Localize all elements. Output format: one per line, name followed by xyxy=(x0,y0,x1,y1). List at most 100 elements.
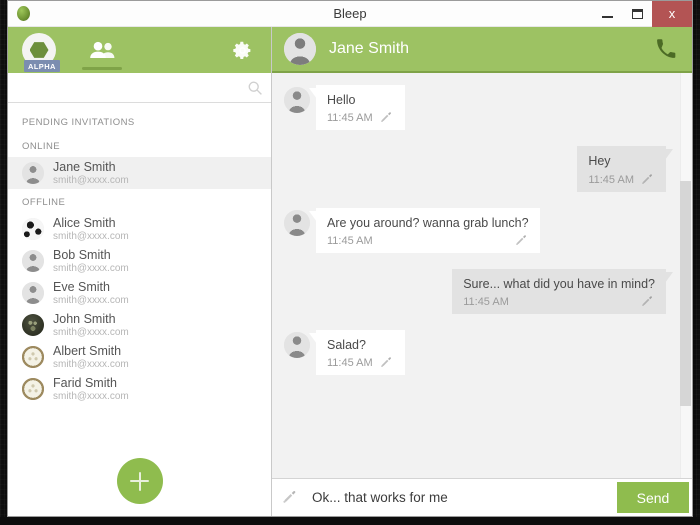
contact-section-label: PENDING INVITATIONS xyxy=(8,109,271,133)
contact-row[interactable]: Bob Smithsmith@xxxx.com xyxy=(8,245,271,277)
message-avatar xyxy=(284,87,310,113)
pencil-icon[interactable] xyxy=(380,112,394,124)
contact-avatar xyxy=(22,218,44,240)
sidebar: ALPHA xyxy=(8,27,272,516)
tab-contacts[interactable] xyxy=(78,27,126,73)
settings-button[interactable] xyxy=(231,39,253,61)
message-row: Hello 11:45 AM xyxy=(284,85,666,130)
message-text: Are you around? wanna grab lunch? xyxy=(327,215,529,231)
minimize-icon xyxy=(602,16,613,18)
message-meta: 11:45 AM xyxy=(588,174,655,186)
contact-list[interactable]: PENDING INVITATIONSONLINEJane Smithsmith… xyxy=(8,103,271,516)
message-avatar xyxy=(284,332,310,358)
window-controls: x xyxy=(592,1,692,27)
message-timestamp: 11:45 AM xyxy=(588,174,634,186)
pencil-icon[interactable] xyxy=(282,491,299,505)
message-timestamp: 11:45 AM xyxy=(463,296,509,308)
contact-row[interactable]: Farid Smithsmith@xxxx.com xyxy=(8,373,271,405)
message-list[interactable]: Hello11:45 AMHey11:45 AMAre you around? … xyxy=(272,73,692,478)
chat-scrollbar-thumb[interactable] xyxy=(680,181,691,406)
message-bubble[interactable]: Salad?11:45 AM xyxy=(316,330,405,375)
contact-email: smith@xxxx.com xyxy=(53,327,129,339)
contact-name: Albert Smith xyxy=(53,344,129,358)
window-title: Bleep xyxy=(8,1,692,27)
message-bubble[interactable]: Are you around? wanna grab lunch? 11:45 A… xyxy=(316,208,540,253)
contact-row[interactable]: Albert Smithsmith@xxxx.com xyxy=(8,341,271,373)
contact-row[interactable]: Alice Smithsmith@xxxx.com xyxy=(8,213,271,245)
message-bubble[interactable]: Sure... what did you have in mind? 11:45 … xyxy=(452,269,666,314)
maximize-icon xyxy=(632,9,643,19)
search-input[interactable] xyxy=(18,81,247,95)
app-logo-icon xyxy=(17,6,30,21)
message-meta: 11:45 AM xyxy=(327,235,529,247)
people-icon xyxy=(89,41,115,59)
contact-email: smith@xxxx.com xyxy=(53,263,129,275)
message-input[interactable] xyxy=(312,479,617,516)
contact-row[interactable]: Eve Smithsmith@xxxx.com xyxy=(8,277,271,309)
search-bar[interactable] xyxy=(8,73,271,103)
chat-contact-name: Jane Smith xyxy=(329,40,409,58)
minimize-button[interactable] xyxy=(592,1,622,27)
pencil-icon[interactable] xyxy=(515,235,529,247)
contact-text: Farid Smithsmith@xxxx.com xyxy=(53,376,129,403)
message-text: Hello xyxy=(327,92,394,108)
send-button[interactable]: Send xyxy=(617,482,689,513)
contact-avatar xyxy=(22,346,44,368)
contact-avatar xyxy=(22,282,44,304)
chat-contact-avatar xyxy=(284,33,316,65)
message-composer: Send xyxy=(272,478,692,516)
contact-name: Farid Smith xyxy=(53,376,129,390)
contact-text: Jane Smithsmith@xxxx.com xyxy=(53,160,129,187)
contact-section-label: ONLINE xyxy=(8,133,271,157)
message-meta: 11:45 AM xyxy=(327,357,394,369)
gear-icon xyxy=(232,40,253,61)
message-bubble[interactable]: Hello 11:45 AM xyxy=(316,85,405,130)
contact-name: Jane Smith xyxy=(53,160,129,174)
contact-email: smith@xxxx.com xyxy=(53,359,129,371)
maximize-button[interactable] xyxy=(622,1,652,27)
contact-row[interactable]: Jane Smithsmith@xxxx.com xyxy=(8,157,271,189)
message-bubble[interactable]: Hey 11:45 AM xyxy=(577,146,666,191)
chat-pane: Jane Smith Hello11:45 AMHey11:45 AMAre y… xyxy=(272,27,692,516)
messages-container: Hello11:45 AMHey11:45 AMAre you around? … xyxy=(284,85,666,375)
sidebar-header: ALPHA xyxy=(8,27,271,73)
identity-avatar[interactable]: ALPHA xyxy=(22,33,56,67)
pencil-icon[interactable] xyxy=(641,174,655,186)
message-text: Sure... what did you have in mind? xyxy=(463,276,655,292)
phone-icon xyxy=(656,39,676,59)
contact-name: John Smith xyxy=(53,312,129,326)
contact-text: Eve Smithsmith@xxxx.com xyxy=(53,280,129,307)
close-button[interactable]: x xyxy=(652,1,692,27)
message-timestamp: 11:45 AM xyxy=(327,357,373,369)
window-body: ALPHA xyxy=(8,27,692,516)
add-contact-button[interactable] xyxy=(117,458,163,504)
contact-avatar xyxy=(22,162,44,184)
pencil-icon[interactable] xyxy=(641,296,655,308)
message-text: Hey xyxy=(588,153,655,169)
contact-avatar xyxy=(22,314,44,336)
message-timestamp: 11:45 AM xyxy=(327,112,373,124)
contact-avatar xyxy=(22,250,44,272)
contact-text: Alice Smithsmith@xxxx.com xyxy=(53,216,129,243)
contact-email: smith@xxxx.com xyxy=(53,231,129,243)
title-bar[interactable]: Bleep x xyxy=(8,1,692,27)
alpha-badge: ALPHA xyxy=(24,60,60,72)
call-button[interactable] xyxy=(654,37,678,61)
contact-name: Eve Smith xyxy=(53,280,129,294)
taskbar xyxy=(0,517,700,525)
contact-email: smith@xxxx.com xyxy=(53,295,129,307)
message-row: Hey 11:45 AM xyxy=(284,146,666,191)
message-avatar xyxy=(284,210,310,236)
tab-active-indicator xyxy=(82,67,122,70)
message-row: Salad?11:45 AM xyxy=(284,330,666,375)
contact-text: Albert Smithsmith@xxxx.com xyxy=(53,344,129,371)
message-timestamp: 11:45 AM xyxy=(327,235,373,247)
contact-row[interactable]: John Smithsmith@xxxx.com xyxy=(8,309,271,341)
chat-scrollbar[interactable] xyxy=(680,73,692,478)
search-icon[interactable] xyxy=(247,80,263,96)
message-meta: 11:45 AM xyxy=(327,112,394,124)
message-row: Sure... what did you have in mind? 11:45 … xyxy=(284,269,666,314)
application-window: Bleep x ALPHA xyxy=(7,0,693,517)
pencil-icon[interactable] xyxy=(380,357,394,369)
contact-section-label: OFFLINE xyxy=(8,189,271,213)
